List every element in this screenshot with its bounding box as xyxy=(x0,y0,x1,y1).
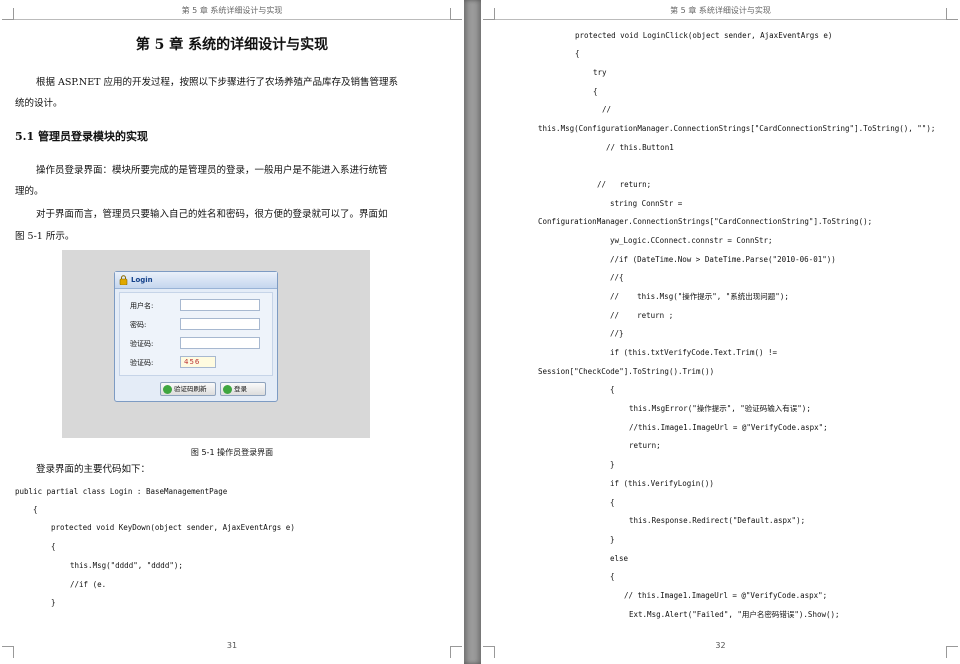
code-line: public partial class Login : BaseManagem… xyxy=(15,487,228,496)
para1-line-2: 理的。 xyxy=(15,186,44,197)
login-form: 用户名: 密码: 验证码: 验证码: 456 xyxy=(119,292,273,376)
document-page-right: 第 5 章 系统详细设计与实现 protected void LoginClic… xyxy=(481,0,960,664)
code-line: ConfigurationManager.ConnectionStrings["… xyxy=(538,217,873,226)
code-line: { xyxy=(610,385,615,394)
code-line: // this.Button1 xyxy=(606,143,674,152)
code-line: } xyxy=(610,460,615,469)
running-head: 第 5 章 系统详细设计与实现 xyxy=(181,6,283,15)
code-line: { xyxy=(51,542,56,551)
login-screenshot-figure: Login 用户名: 密码: 验证码: 验证码: 456 验证码刷新 登录 xyxy=(62,250,370,438)
intro-line-2: 统的设计。 xyxy=(15,98,63,109)
login-button-label: 登录 xyxy=(234,385,247,393)
refresh-captcha-button[interactable]: 验证码刷新 xyxy=(160,382,216,396)
verify-code-label: 验证码: xyxy=(130,340,154,348)
check-icon xyxy=(223,385,232,394)
document-page-left: 第 5 章 系统详细设计与实现 第 5 章 系统的详细设计与实现 根据 ASP.… xyxy=(0,0,464,664)
username-label: 用户名: xyxy=(130,302,154,310)
code-line: { xyxy=(593,87,598,96)
code-line: //} xyxy=(610,329,624,338)
captcha-image: 456 xyxy=(180,356,216,368)
code-line: if (this.VerifyLogin()) xyxy=(610,479,714,488)
code-intro: 登录界面的主要代码如下： xyxy=(36,464,151,475)
para2-line-1: 对于界面而言，管理员只要输入自己的姓名和密码，很方便的登录就可以了。界面如 xyxy=(36,209,388,220)
lock-icon xyxy=(119,275,128,285)
captcha-label: 验证码: xyxy=(130,359,154,367)
code-line: // this.Msg("操作提示", "系统出现问题"); xyxy=(610,292,789,301)
code-line: //{ xyxy=(610,273,624,282)
refresh-button-label: 验证码刷新 xyxy=(174,385,207,393)
code-line: } xyxy=(610,535,615,544)
code-line: else xyxy=(610,554,629,563)
username-input[interactable] xyxy=(180,299,260,311)
code-line: { xyxy=(610,572,615,581)
page-number: 32 xyxy=(715,641,726,650)
code-line: this.MsgError("操作提示", "验证码输入有误"); xyxy=(629,404,811,413)
login-titlebar: Login xyxy=(115,272,277,289)
password-label: 密码: xyxy=(130,321,147,329)
code-line: } xyxy=(51,598,56,607)
para1-line-1: 操作员登录界面：模块所要完成的是管理员的登录，一般用户是不能进入系进行统管 xyxy=(36,165,388,176)
code-line: // this.Image1.ImageUrl = @"VerifyCode.a… xyxy=(624,591,828,600)
section-title: 5.1 管理员登录模块的实现 xyxy=(15,130,148,143)
code-line: //if (DateTime.Now > DateTime.Parse("201… xyxy=(610,255,836,264)
code-line: { xyxy=(33,505,38,514)
code-line: // return ; xyxy=(610,311,674,320)
code-line: if (this.txtVerifyCode.Text.Trim() != xyxy=(610,348,778,357)
chapter-title: 第 5 章 系统的详细设计与实现 xyxy=(135,37,329,53)
header-rule xyxy=(495,19,946,20)
code-line: Ext.Msg.Alert("Failed", "用户名密码错误").Show(… xyxy=(629,610,840,619)
intro-line-1: 根据 ASP.NET 应用的开发过程，按照以下步骤进行了农场养殖产品库存及销售管… xyxy=(36,77,398,88)
code-line: protected void LoginClick(object sender,… xyxy=(575,31,833,40)
running-head: 第 5 章 系统详细设计与实现 xyxy=(670,6,771,15)
para2-line-2: 图 5-1 所示。 xyxy=(15,231,75,242)
login-title: Login xyxy=(131,276,153,284)
code-line: string ConnStr = xyxy=(610,199,683,208)
code-line: this.Msg("dddd", "dddd"); xyxy=(70,561,183,570)
code-line: // xyxy=(602,105,612,114)
header-rule xyxy=(14,19,450,20)
login-window: Login 用户名: 密码: 验证码: 验证码: 456 验证码刷新 登录 xyxy=(114,271,278,402)
code-line: this.Response.Redirect("Default.aspx"); xyxy=(629,516,806,525)
password-input[interactable] xyxy=(180,318,260,330)
code-line: yw_Logic.CConnect.connstr = ConnStr; xyxy=(610,236,773,245)
code-line: // return; xyxy=(597,180,652,189)
login-button[interactable]: 登录 xyxy=(220,382,266,396)
code-line: //this.Image1.ImageUrl = @"VerifyCode.as… xyxy=(629,423,828,432)
code-line: return; xyxy=(629,441,661,450)
page-gutter xyxy=(464,0,481,664)
code-line: Session["CheckCode"].ToString().Trim()) xyxy=(538,367,715,376)
page-number: 31 xyxy=(226,641,238,650)
code-line: try xyxy=(593,68,607,77)
refresh-icon xyxy=(163,385,172,394)
code-line: this.Msg(ConfigurationManager.Connection… xyxy=(538,124,936,133)
code-line: { xyxy=(575,49,580,58)
figure-caption: 图 5-1 操作员登录界面 xyxy=(190,448,274,457)
verify-code-input[interactable] xyxy=(180,337,260,349)
code-line: protected void KeyDown(object sender, Aj… xyxy=(51,523,295,532)
code-line: { xyxy=(610,498,615,507)
code-line: //if (e. xyxy=(70,580,107,589)
